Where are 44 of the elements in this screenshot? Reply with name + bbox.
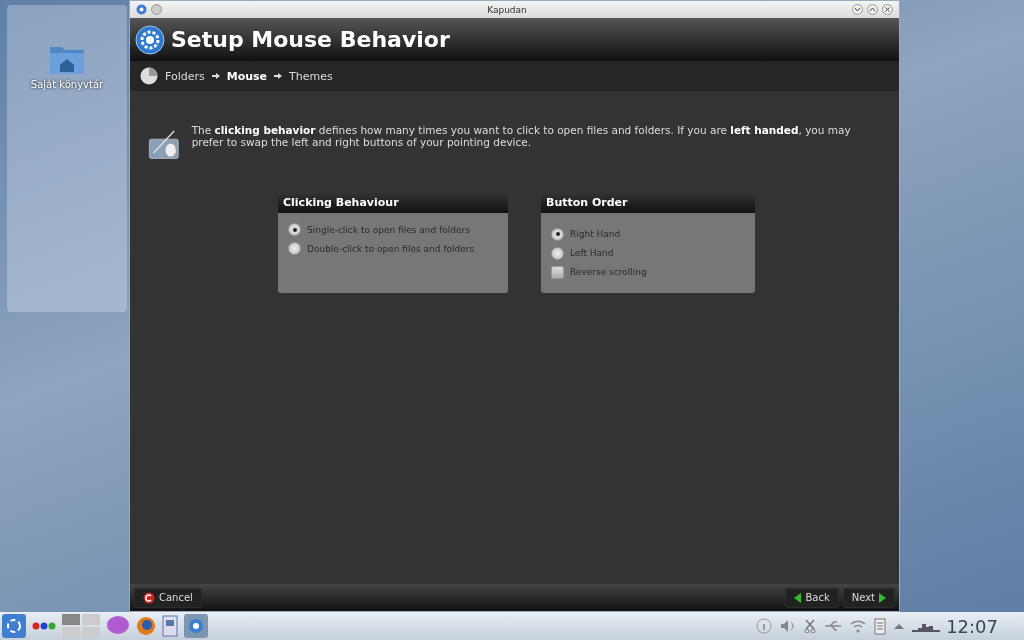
speaker-icon[interactable] xyxy=(780,619,797,633)
left-arrow-icon xyxy=(794,592,802,603)
document-icon[interactable] xyxy=(162,615,178,637)
caret-up-icon[interactable] xyxy=(894,623,905,629)
info-icon[interactable] xyxy=(756,618,773,634)
clipboard-icon[interactable] xyxy=(874,617,887,635)
radio-button[interactable] xyxy=(288,242,301,255)
next-button[interactable]: Next xyxy=(842,587,895,608)
checkbox[interactable] xyxy=(551,265,564,279)
arrow-icon xyxy=(274,73,283,79)
radio-button[interactable] xyxy=(551,246,564,260)
folder-label[interactable]: Saját könyvtár xyxy=(30,79,104,90)
arrow-icon xyxy=(211,73,220,79)
option-label[interactable]: Single-click to open files and folders xyxy=(307,224,470,235)
right-arrow-icon xyxy=(879,592,886,603)
intro-paragraph: The clicking behavior defines how many times you want to click to open files and folders. If you are left handed, you may prefer to swap the left and right buttons of your pointing device. xyxy=(191,124,852,148)
app-menu-icon[interactable] xyxy=(136,4,147,15)
breadcrumb-step: Mouse xyxy=(226,69,268,83)
launcher-icon[interactable] xyxy=(2,614,26,638)
minimize-icon[interactable] xyxy=(852,4,863,15)
clock[interactable]: 12:07 xyxy=(946,615,998,637)
activities-dots-icon[interactable] xyxy=(32,622,56,630)
group-title: Button Order xyxy=(541,193,755,213)
wifi-icon[interactable] xyxy=(850,619,867,633)
close-icon[interactable] xyxy=(882,4,893,15)
breadcrumb-step: Folders xyxy=(165,69,205,83)
cancel-icon xyxy=(143,591,155,604)
pager-icon[interactable] xyxy=(62,614,100,638)
cancel-button[interactable]: Cancel xyxy=(134,587,202,608)
back-button[interactable]: Back xyxy=(785,587,839,608)
group-title: Clicking Behaviour xyxy=(278,193,508,213)
radio-button[interactable] xyxy=(551,227,564,241)
maximize-icon[interactable] xyxy=(867,4,878,15)
option-label[interactable]: Reverse scrolling xyxy=(570,267,647,277)
progress-pie-icon xyxy=(140,67,158,85)
window-title: Kapudan xyxy=(486,4,528,15)
breadcrumb-step: Themes xyxy=(289,69,333,83)
option-label[interactable]: Left Hand xyxy=(570,248,614,258)
option-label[interactable]: Double-click to open files and folders xyxy=(307,243,475,254)
usb-icon[interactable] xyxy=(824,620,843,632)
radio-button[interactable] xyxy=(288,223,301,236)
scissors-icon[interactable] xyxy=(804,619,817,633)
page-title: Setup Mouse Behavior xyxy=(171,27,450,52)
option-label[interactable]: Right Hand xyxy=(570,229,621,239)
